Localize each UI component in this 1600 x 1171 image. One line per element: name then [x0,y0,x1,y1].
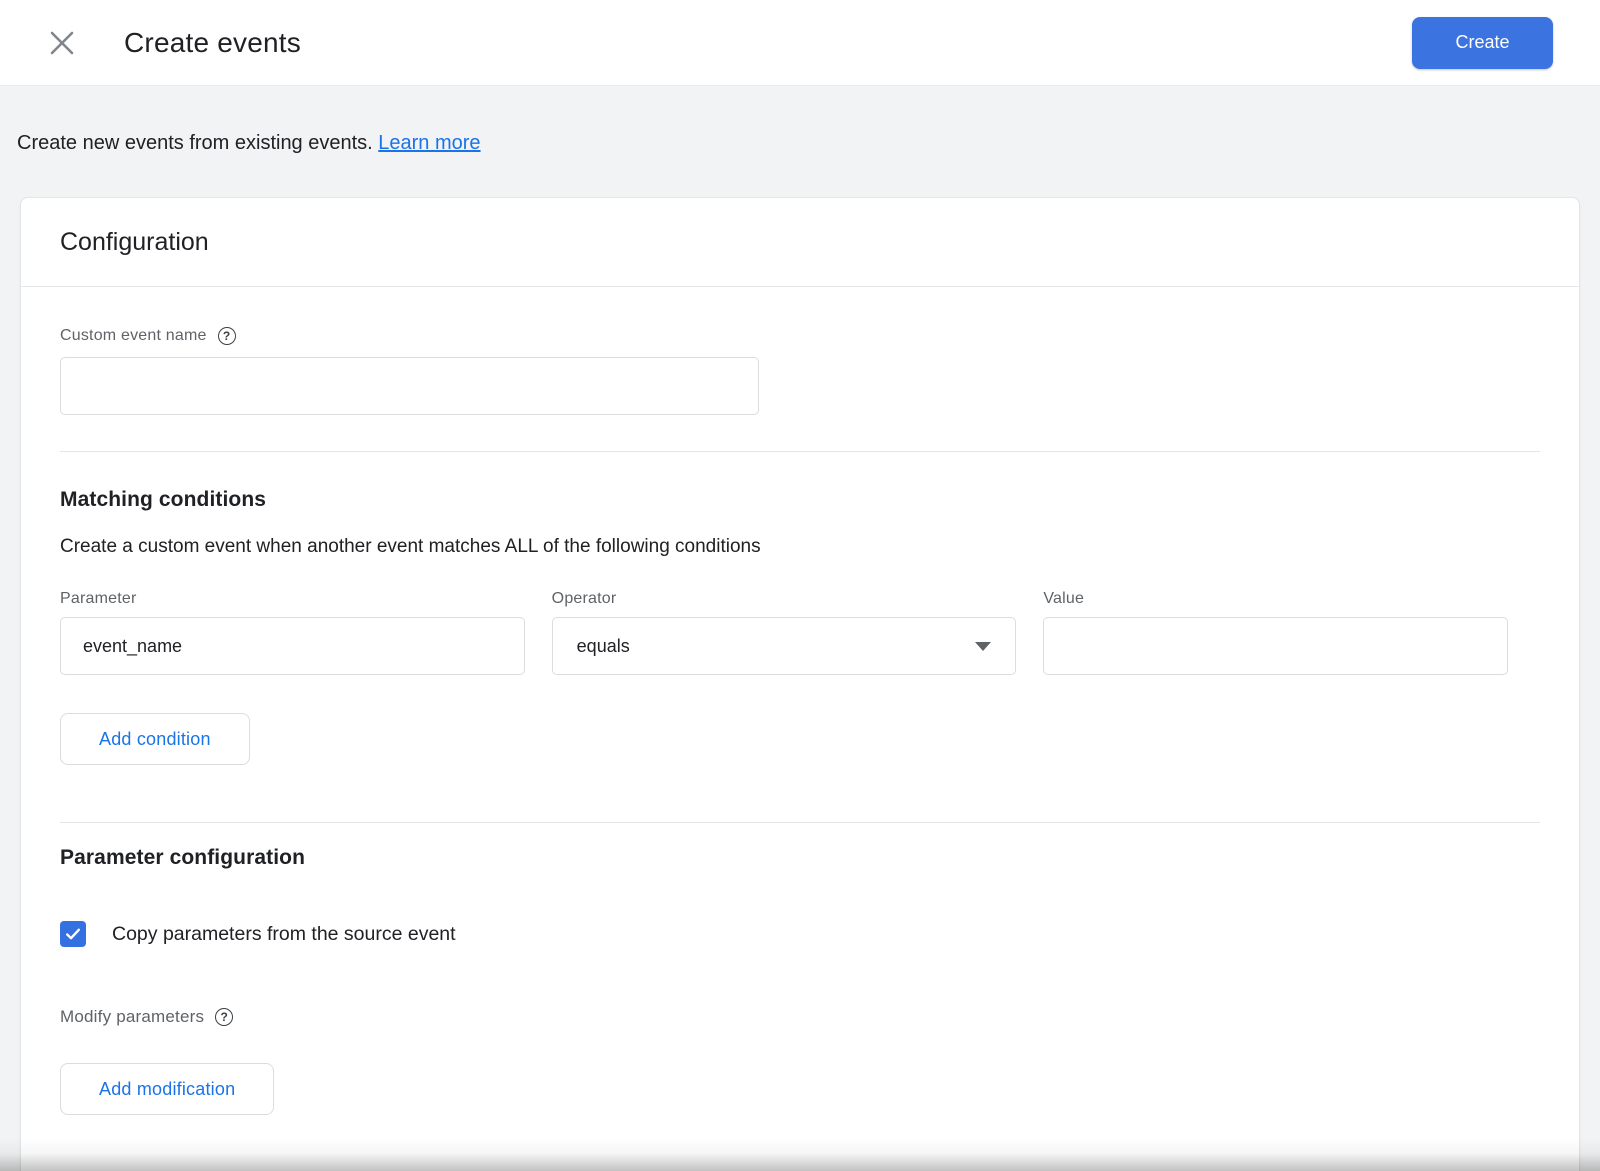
configuration-card: Configuration Custom event name ? Matchi… [20,197,1580,1171]
custom-event-name-section: Custom event name ? [21,287,1579,415]
add-modification-button[interactable]: Add modification [60,1063,275,1115]
copy-parameters-label: Copy parameters from the source event [112,922,456,945]
intro-text: Create new events from existing events. … [0,86,1600,155]
create-button[interactable]: Create [1412,16,1553,69]
condition-row: Parameter Operator equals Value [60,590,1509,675]
matching-conditions-description: Create a custom event when another event… [60,536,761,557]
modify-parameters-label: Modify parameters [60,1007,205,1026]
custom-event-name-label: Custom event name [60,327,207,344]
parameter-input[interactable] [60,617,525,675]
close-x-icon [50,31,74,54]
add-condition-button[interactable]: Add condition [60,713,250,765]
configuration-title: Configuration [60,228,209,256]
copy-parameters-checkbox[interactable] [60,921,86,947]
copy-parameters-row: Copy parameters from the source event [60,921,1540,947]
learn-more-link[interactable]: Learn more [378,132,480,154]
parameter-configuration-section: Parameter configuration Copy parameters … [21,823,1579,1115]
parameter-field: Parameter [60,590,525,675]
operator-selected-value: equals [576,635,630,656]
modify-parameters-row: Modify parameters ? [60,1007,1540,1027]
operator-field: Operator equals [551,590,1017,675]
parameter-label: Parameter [60,590,137,607]
checkmark-icon [66,928,81,940]
close-button[interactable] [45,26,79,60]
value-input[interactable] [1043,617,1509,675]
value-field: Value [1043,590,1509,675]
help-icon[interactable]: ? [215,1008,234,1026]
value-label: Value [1043,590,1085,607]
custom-event-name-input[interactable] [60,357,759,415]
operator-label: Operator [551,590,617,607]
intro-description: Create new events from existing events. [17,132,379,154]
page-title: Create events [124,26,301,58]
help-icon[interactable]: ? [217,327,236,345]
header-bar: Create events Create [0,0,1600,86]
operator-select[interactable]: equals [551,617,1017,675]
chevron-down-icon [975,641,992,651]
matching-conditions-section: Matching conditions Create a custom even… [21,452,1579,765]
matching-conditions-title: Matching conditions [60,488,267,511]
parameter-configuration-title: Parameter configuration [60,846,306,869]
